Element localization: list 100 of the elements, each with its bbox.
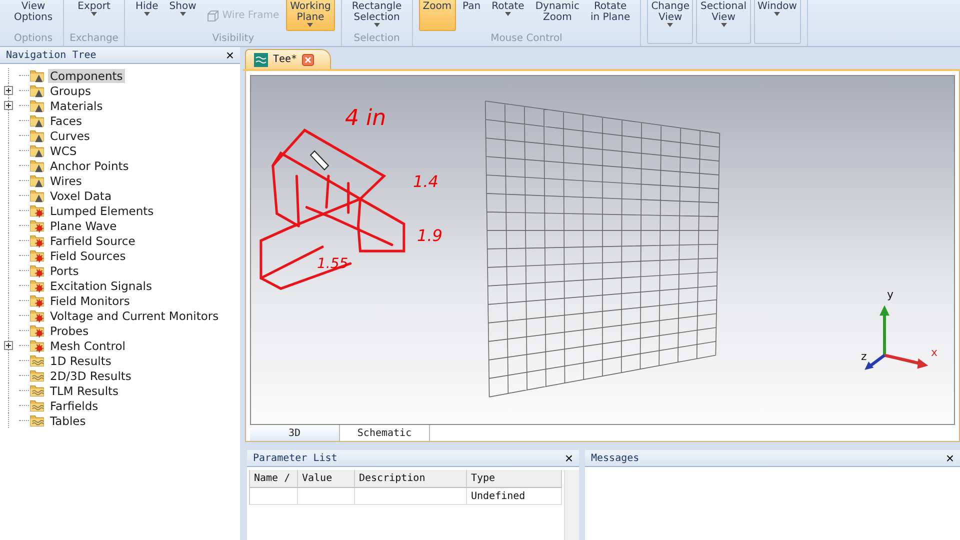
ribbon-button[interactable]: Rotate [488,0,528,31]
handwritten-note: 1.4 [413,172,438,191]
tree-item[interactable]: Anchor Points [48,158,131,172]
caret-icon [667,23,674,27]
tree-item[interactable]: Materials [48,98,105,112]
cube-icon [207,10,220,22]
tree-item[interactable]: TLM Results [48,384,121,398]
expand-icon[interactable] [4,101,13,110]
tree-item[interactable]: Farfield Source [48,234,138,248]
caret-icon [91,12,98,16]
expand-icon[interactable] [4,341,13,350]
axis-label: y [887,288,894,301]
empty-cell [250,488,298,505]
caret-icon [144,12,150,16]
tree-item[interactable]: Ports [48,264,81,278]
column-header[interactable]: Type [467,470,562,488]
folder-gear-icon [29,323,45,338]
tree-item[interactable]: Curves [48,128,92,142]
ribbon-button[interactable]: Change View [647,0,694,44]
tree-item[interactable]: Voxel Data [48,188,114,202]
close-button[interactable]: × [226,48,234,62]
group-label: Visibility [212,33,254,45]
folder-warning-icon [29,98,45,113]
ribbon-button[interactable]: Rotate in Plane [586,0,634,31]
panel-title: Messages [591,452,640,464]
axis-triad-drawing [864,305,928,370]
tree-item[interactable]: Field Sources [48,248,128,262]
caret-icon [504,12,511,16]
folder-gear-icon [29,308,45,323]
ribbon-button[interactable]: Rectangle Selection [348,0,406,31]
folder-gear-icon [29,248,45,263]
caret-icon [374,23,380,27]
caret-icon [720,23,727,27]
folder-gear-icon [29,263,45,278]
folder-warning-icon [29,173,45,188]
close-icon[interactable] [302,54,314,66]
folder-wave-icon [29,398,45,413]
tree-item[interactable]: Tables [48,414,88,428]
ribbon-button[interactable]: Dynamic Zoom [531,0,584,31]
ribbon-button[interactable]: Show [165,0,200,31]
tab-title: Tee* [273,54,298,65]
column-header[interactable]: Name / [250,470,298,488]
tree-item[interactable]: Faces [48,114,84,128]
tree-item[interactable]: Lumped Elements [48,204,156,218]
tree-item[interactable]: Voltage and Current Monitors [48,308,221,322]
wave-icon [254,52,268,66]
expand-icon[interactable] [4,86,13,95]
folder-warning-icon [29,68,45,83]
tree-item[interactable]: 1D Results [48,354,114,368]
folder-wave-icon [29,413,45,428]
ribbon-button[interactable]: Window [754,0,801,44]
folder-gear-icon [29,203,45,218]
folder-warning-icon [29,128,45,143]
table-cell: Undefined [467,488,562,505]
caret-icon [774,12,780,16]
panel-title: Parameter List [253,452,338,464]
ribbon-button[interactable]: Pan [458,0,485,31]
document-tab[interactable]: Tee* [245,49,332,69]
axis-label: x [931,346,938,359]
group-label: Exchange [70,33,118,45]
ribbon-button[interactable]: Zoom [418,0,456,31]
close-button[interactable]: × [946,451,954,465]
handwritten-note: 1.55 [317,256,348,272]
folder-gear-icon [29,338,45,353]
group-label: Options [14,33,53,45]
ribbon-button[interactable]: Working Plane [286,0,335,31]
column-header[interactable]: Value [298,470,355,488]
folder-warning-icon [29,143,45,158]
handwritten-note: 1.9 [417,226,442,245]
group-label: Selection [354,33,400,45]
tree-item[interactable]: Wires [48,174,84,188]
folder-gear-icon [29,233,45,248]
empty-cell [298,488,355,505]
caret-icon [307,23,314,27]
tree-item[interactable]: Excitation Signals [48,278,154,292]
ribbon-button[interactable]: Export [74,0,114,31]
folder-wave-icon [29,383,45,398]
folder-warning-icon [29,158,45,173]
group-label: Mouse Control [490,33,562,45]
close-button[interactable]: × [564,451,573,465]
ribbon-button[interactable]: Hide [131,0,162,31]
ribbon-button[interactable]: Sectional View [696,0,751,44]
tree-item[interactable]: Groups [48,84,94,98]
tree-item[interactable]: Plane Wave [48,218,119,232]
tree-item[interactable]: Mesh Control [48,338,128,352]
folder-wave-icon [29,353,45,368]
folder-gear-icon [29,278,45,293]
tree-item[interactable]: Probes [48,324,91,338]
folder-gear-icon [29,293,45,308]
ribbon-button[interactable]: View Options [10,0,57,31]
tree-item[interactable]: Components [48,68,125,82]
view-tab[interactable]: 3D [250,425,340,441]
folder-warning-icon [29,188,45,203]
folder-warning-icon [29,83,45,98]
tree-item[interactable]: WCS [48,144,79,158]
tree-item[interactable]: 2D/3D Results [48,368,134,382]
scrollbar[interactable] [564,470,579,540]
column-header[interactable]: Description [355,470,467,488]
tree-item[interactable]: Field Monitors [48,294,132,308]
tree-item[interactable]: Farfields [48,398,100,412]
